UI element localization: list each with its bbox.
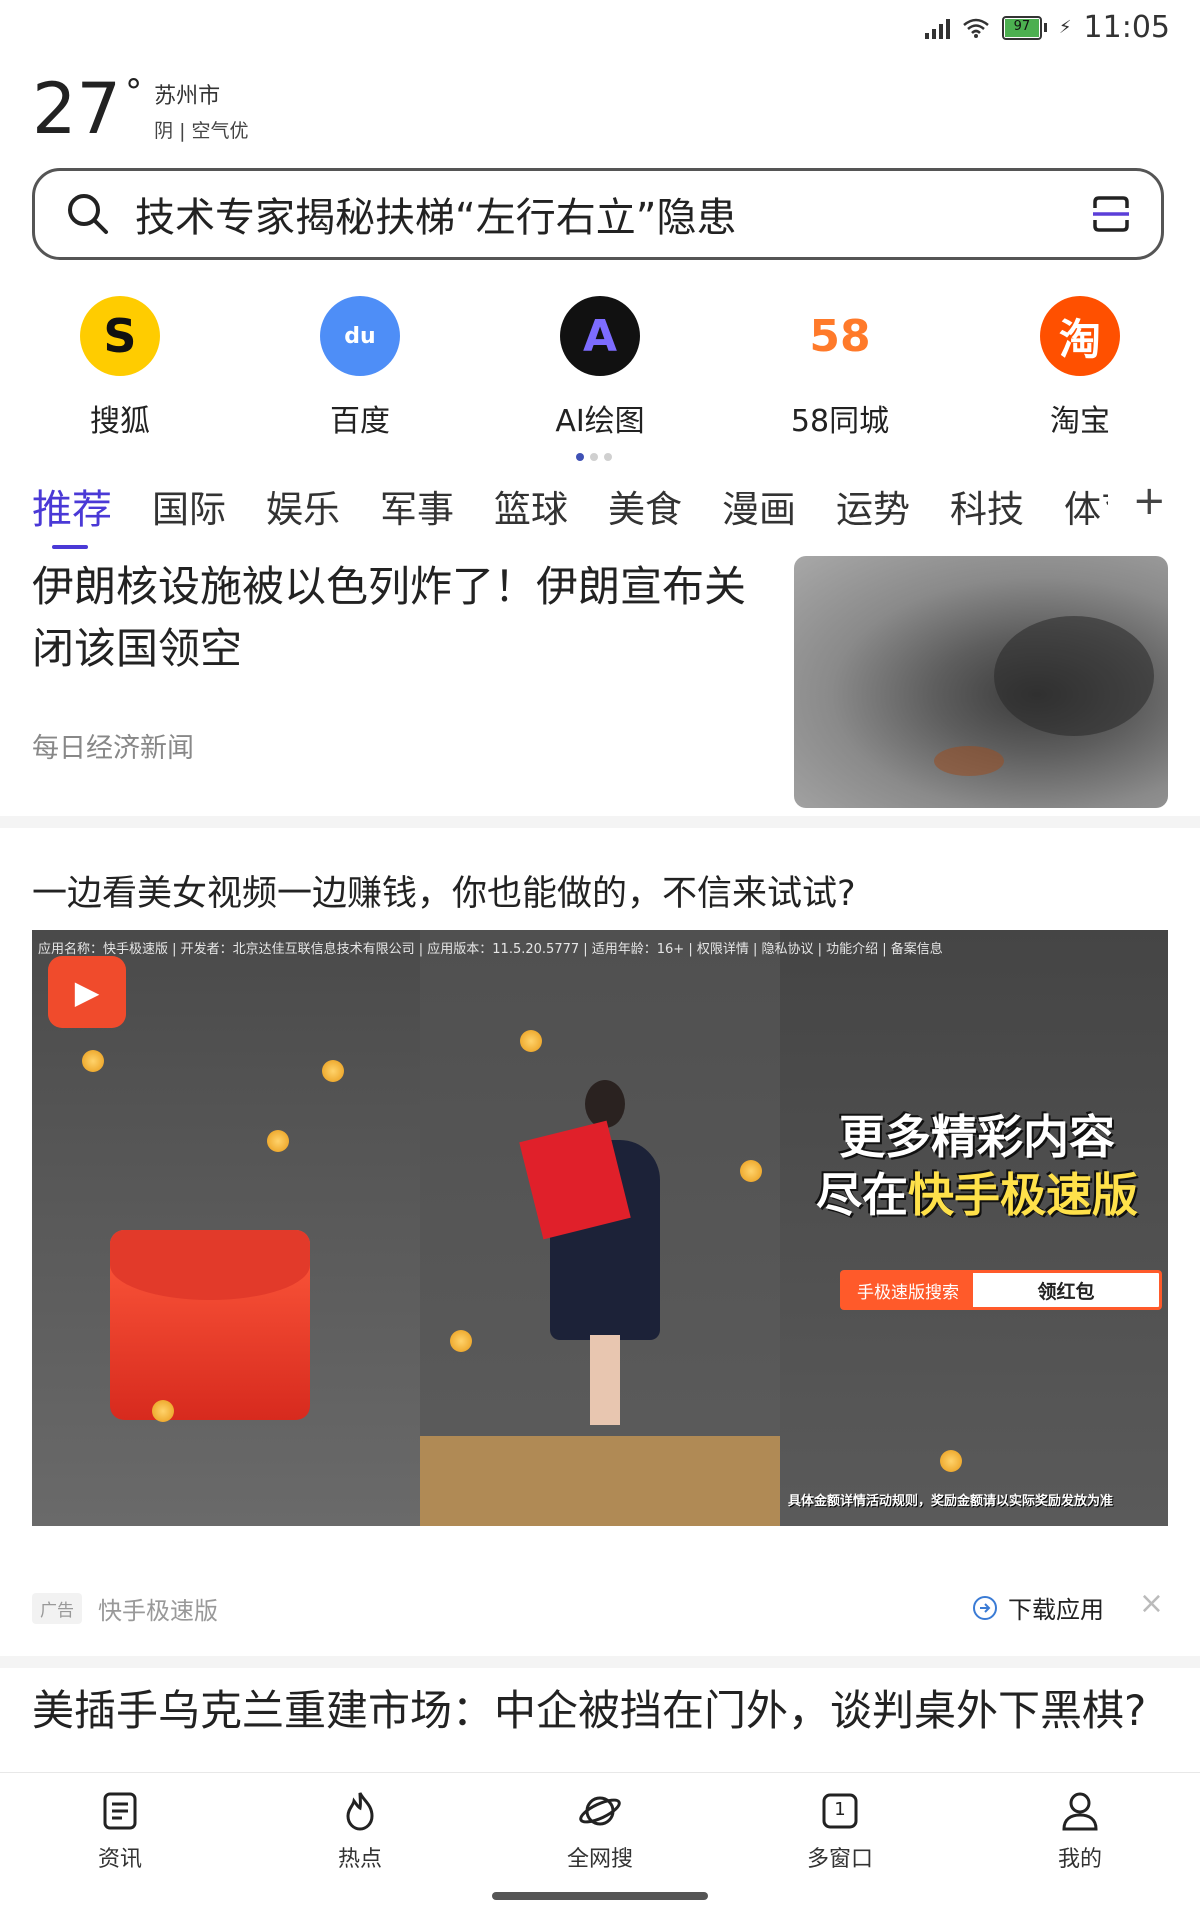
ai-draw-icon: A xyxy=(560,296,640,376)
ad-badge: 广告 xyxy=(32,1592,82,1624)
planet-icon xyxy=(579,1796,621,1826)
add-tab-button[interactable]: + xyxy=(1132,478,1166,524)
nav-label: 我的 xyxy=(1057,1847,1102,1872)
ad-disclaimer: 具体金额详情活动规则，奖励金额请以实际奖励发放为准 xyxy=(788,1494,1114,1509)
signal-icon xyxy=(924,17,950,39)
tab-entertainment[interactable]: 娱乐 xyxy=(266,479,340,533)
shortcut-taobao[interactable]: 淘 淘宝 xyxy=(960,296,1200,440)
status-bar: 97 ⚡ 11:05 xyxy=(0,0,1200,60)
shortcut-label: 百度 xyxy=(330,404,390,439)
shortcut-label: AI绘图 xyxy=(555,404,645,439)
divider xyxy=(0,1656,1200,1668)
category-tabs: 推荐 国际 娱乐 军事 篮球 美食 漫画 运势 科技 体育 xyxy=(32,470,1108,550)
tab-tech[interactable]: 科技 xyxy=(950,479,1024,533)
tab-sports[interactable]: 体育 xyxy=(1064,479,1108,533)
kuaishou-logo-icon: ▶ xyxy=(48,956,126,1028)
weather-widget[interactable]: 27 ° 苏州市 阴 | 空气优 xyxy=(32,70,249,148)
battery-icon: 97 xyxy=(1001,15,1047,40)
video-person-image xyxy=(519,1080,660,1430)
shortcut-row: S 搜狐 du 百度 A AI绘图 58 58同城 淘 淘宝 xyxy=(0,296,1200,440)
nav-label: 热点 xyxy=(337,1847,382,1872)
ad-app-info[interactable]: 应用名称：快手极速版 | 开发者：北京达佳互联信息技术有限公司 | 应用版本：1… xyxy=(38,938,943,957)
nav-profile[interactable]: 我的 xyxy=(960,1773,1200,1921)
shortcut-sohu[interactable]: S 搜狐 xyxy=(0,296,240,440)
shortcut-ai-draw[interactable]: A AI绘图 xyxy=(480,296,720,440)
nav-label: 资讯 xyxy=(97,1847,142,1872)
nav-news[interactable]: 资讯 xyxy=(0,1773,240,1921)
58-icon: 58 xyxy=(800,296,880,376)
weather-condition: 阴 | 空气优 xyxy=(154,120,249,142)
download-icon xyxy=(973,1595,997,1620)
nav-label: 全网搜 xyxy=(566,1847,633,1872)
battery-level: 97 xyxy=(1013,18,1031,34)
news-thumbnail xyxy=(794,556,1168,808)
window-count: 1 xyxy=(834,1799,846,1820)
search-bar[interactable]: 技术专家揭秘扶梯“左行右立”隐患 xyxy=(32,168,1164,260)
news-title: 伊朗核设施被以色列炸了！伊朗宣布关闭该国领空 xyxy=(32,562,747,673)
news-card[interactable]: 伊朗核设施被以色列炸了！伊朗宣布关闭该国领空 每日经济新闻 xyxy=(0,556,1200,816)
search-icon xyxy=(68,194,108,234)
tab-international[interactable]: 国际 xyxy=(152,479,226,533)
ad-image[interactable]: 更多精彩内容 尽在快手极速版 手极速版搜索 领红包 应用名称：快手极速版 | 开… xyxy=(32,930,1168,1526)
taobao-icon: 淘 xyxy=(1040,296,1120,376)
status-time: 11:05 xyxy=(1083,10,1170,45)
shortcut-label: 搜狐 xyxy=(90,404,150,439)
tab-food[interactable]: 美食 xyxy=(608,479,682,533)
shortcut-label: 淘宝 xyxy=(1050,404,1110,439)
ad-overlay-search: 手极速版搜索 领红包 xyxy=(840,1270,1162,1310)
tab-recommend[interactable]: 推荐 xyxy=(32,477,112,549)
home-indicator[interactable] xyxy=(492,1892,708,1900)
baidu-icon: du xyxy=(320,296,400,376)
shortcut-label: 58同城 xyxy=(790,404,890,439)
page-indicator xyxy=(576,453,612,461)
wifi-icon xyxy=(963,18,989,38)
tab-comics[interactable]: 漫画 xyxy=(722,479,796,533)
download-app-button[interactable]: 下载应用 xyxy=(972,1590,1104,1625)
nav-windows[interactable]: 1 多窗口 xyxy=(720,1773,960,1921)
news-icon xyxy=(103,1792,137,1830)
news-source: 每日经济新闻 xyxy=(32,733,194,764)
sohu-icon: S xyxy=(80,296,160,376)
charging-icon: ⚡ xyxy=(1058,17,1072,38)
search-query: 技术专家揭秘扶梯“左行右立”隐患 xyxy=(135,195,737,241)
ad-overlay-text: 更多精彩内容 尽在快手极速版 xyxy=(816,1110,1138,1222)
flame-icon xyxy=(346,1792,374,1831)
tab-military[interactable]: 军事 xyxy=(380,479,454,533)
temperature: 27 xyxy=(32,68,122,150)
red-envelope-image xyxy=(110,1230,310,1420)
close-ad-button[interactable]: × xyxy=(1139,1586,1164,1621)
nav-hot[interactable]: 热点 xyxy=(240,1773,480,1921)
ad-card[interactable]: 一边看美女视频一边赚钱，你也能做的，不信来试试? 更多精彩内容 尽在快手极速版 … xyxy=(0,830,1200,1650)
tab-basketball[interactable]: 篮球 xyxy=(494,479,568,533)
windows-icon: 1 xyxy=(818,1789,862,1833)
shortcut-baidu[interactable]: du 百度 xyxy=(240,296,480,440)
nav-label: 多窗口 xyxy=(806,1847,873,1872)
weather-city: 苏州市 xyxy=(154,84,221,109)
scan-icon[interactable] xyxy=(1091,194,1131,234)
advertiser-name: 快手极速版 xyxy=(98,1596,218,1625)
news-title: 美插手乌克兰重建市场：中企被挡在门外，谈判桌外下黑棋? xyxy=(32,1686,1147,1735)
tab-horoscope[interactable]: 运势 xyxy=(836,479,910,533)
shortcut-58[interactable]: 58 58同城 xyxy=(720,296,960,440)
degree-symbol: ° xyxy=(125,72,143,112)
divider xyxy=(0,816,1200,828)
person-icon xyxy=(1062,1792,1098,1831)
news-card[interactable]: 美插手乌克兰重建市场：中企被挡在门外，谈判桌外下黑棋? xyxy=(32,1680,1172,1772)
download-label: 下载应用 xyxy=(1008,1596,1104,1624)
ad-headline: 一边看美女视频一边赚钱，你也能做的，不信来试试? xyxy=(32,874,856,914)
